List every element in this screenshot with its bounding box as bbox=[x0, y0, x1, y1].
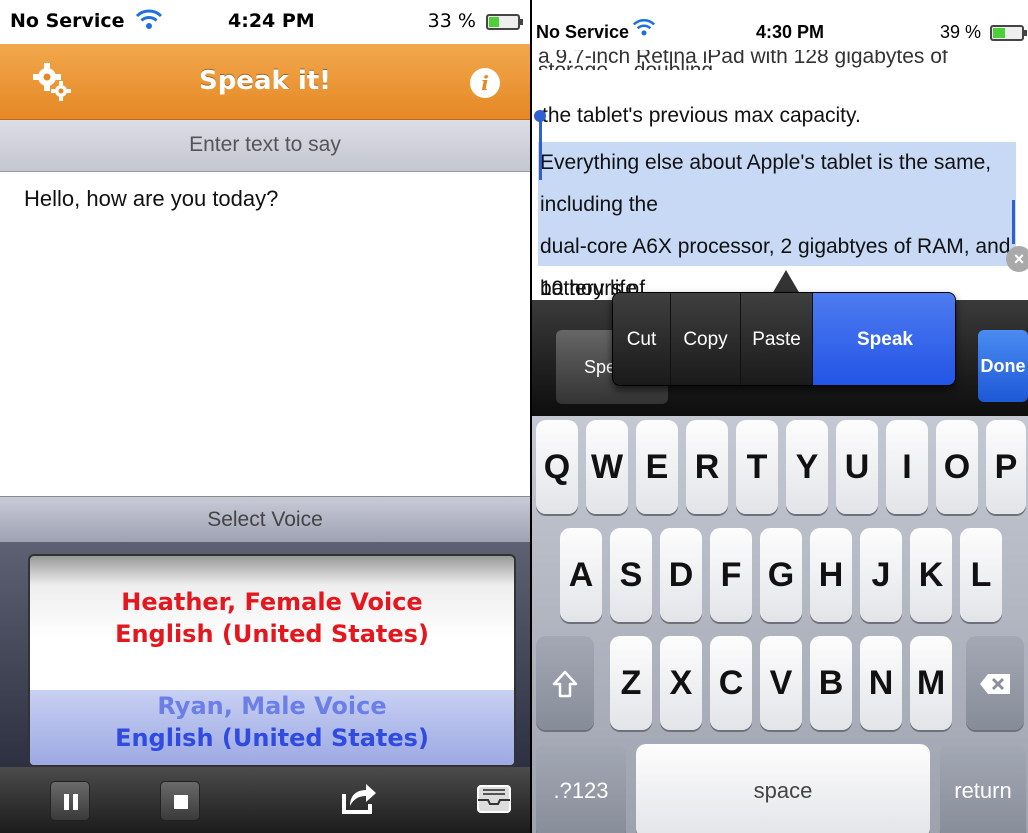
playback-toolbar bbox=[0, 767, 530, 833]
done-button[interactable]: Done bbox=[978, 330, 1028, 402]
key-a[interactable]: A bbox=[560, 528, 602, 622]
key-t[interactable]: T bbox=[736, 420, 778, 514]
number-mode-key[interactable]: .?123 bbox=[536, 744, 626, 833]
wifi-icon bbox=[135, 9, 163, 29]
backspace-icon bbox=[980, 674, 1010, 695]
key-j[interactable]: J bbox=[860, 528, 902, 622]
key-e[interactable]: E bbox=[636, 420, 678, 514]
speech-text-field[interactable]: Hello, how are you today? bbox=[0, 172, 530, 492]
voice-option[interactable]: Ryan, Male Voice English (United States) bbox=[30, 690, 514, 765]
key-i[interactable]: I bbox=[886, 420, 928, 514]
key-p[interactable]: P bbox=[986, 420, 1026, 514]
selection-end-handle[interactable] bbox=[1012, 200, 1015, 244]
key-d[interactable]: D bbox=[660, 528, 702, 622]
inbox-icon[interactable] bbox=[474, 778, 514, 818]
stop-icon bbox=[174, 795, 188, 809]
battery-percent: 33 % bbox=[427, 10, 476, 32]
status-bar: No Service 4:30 PM 39 % bbox=[532, 0, 1028, 46]
battery-percent: 39 % bbox=[939, 22, 981, 42]
key-f[interactable]: F bbox=[710, 528, 752, 622]
key-l[interactable]: L bbox=[960, 528, 1002, 622]
pause-button[interactable] bbox=[50, 781, 90, 821]
carrier-label: No Service bbox=[536, 22, 630, 42]
key-g[interactable]: G bbox=[760, 528, 802, 622]
key-n[interactable]: N bbox=[860, 636, 902, 730]
battery-icon bbox=[990, 25, 1027, 42]
selected-line: Everything else about Apple's tablet is … bbox=[540, 151, 992, 216]
shift-key[interactable] bbox=[536, 636, 594, 730]
speak-it-app-screen: No Service 4:24 PM 33 % Speak it! i Ente… bbox=[0, 0, 530, 833]
battery-indicator: 39 % bbox=[939, 22, 1027, 43]
key-h[interactable]: H bbox=[810, 528, 852, 622]
pause-icon bbox=[64, 794, 78, 810]
key-z[interactable]: Z bbox=[610, 636, 652, 730]
voice-option-selected[interactable]: Heather, Female Voice English (United St… bbox=[30, 586, 514, 650]
key-x[interactable]: X bbox=[660, 636, 702, 730]
share-icon[interactable] bbox=[338, 778, 378, 818]
key-y[interactable]: Y bbox=[786, 420, 828, 514]
key-q[interactable]: Q bbox=[536, 420, 578, 514]
voice-name: Ryan, Male Voice bbox=[157, 692, 387, 720]
cut-menu-item[interactable]: Cut bbox=[613, 293, 671, 385]
key-s[interactable]: S bbox=[610, 528, 652, 622]
keyboard: Q W E R T Y U I O P A S D F G H J K L Z … bbox=[532, 416, 1028, 833]
voice-name: Heather, Female Voice bbox=[121, 588, 423, 616]
space-key[interactable]: space bbox=[636, 744, 930, 833]
text-prompt-label: Enter text to say bbox=[0, 120, 530, 172]
battery-icon bbox=[486, 13, 523, 30]
app-title: Speak it! bbox=[198, 66, 332, 96]
copy-menu-item[interactable]: Copy bbox=[671, 293, 741, 385]
select-voice-header: Select Voice bbox=[0, 496, 530, 542]
clock: 4:30 PM bbox=[756, 22, 825, 42]
paste-menu-item[interactable]: Paste bbox=[741, 293, 813, 385]
key-w[interactable]: W bbox=[586, 420, 628, 514]
clear-text-icon[interactable]: × bbox=[1006, 246, 1028, 272]
selection-start-bar bbox=[539, 120, 542, 180]
return-key[interactable]: return bbox=[940, 744, 1026, 833]
key-v[interactable]: V bbox=[760, 636, 802, 730]
article-line: the tablet's previous max capacity. bbox=[542, 104, 861, 127]
key-o[interactable]: O bbox=[936, 420, 978, 514]
clock: 4:24 PM bbox=[228, 10, 315, 32]
voice-language: English (United States) bbox=[115, 724, 429, 752]
voice-picker[interactable]: Heather, Female Voice English (United St… bbox=[28, 554, 516, 767]
article-line-clipped: a 9.7-inch Retina iPad with 128 gigabyte… bbox=[538, 50, 948, 70]
wifi-icon bbox=[632, 19, 656, 36]
stop-button[interactable] bbox=[160, 781, 200, 821]
key-b[interactable]: B bbox=[810, 636, 852, 730]
battery-indicator: 33 % bbox=[427, 10, 523, 32]
key-u[interactable]: U bbox=[836, 420, 878, 514]
key-r[interactable]: R bbox=[686, 420, 728, 514]
speak-selection-screen: a 9.7-inch Retina iPad with 128 gigabyte… bbox=[532, 0, 1028, 833]
speak-selection-menu-item[interactable]: Speak Selection bbox=[813, 293, 955, 385]
key-m[interactable]: M bbox=[910, 636, 952, 730]
voice-language: English (United States) bbox=[115, 620, 429, 648]
carrier-label: No Service bbox=[10, 10, 125, 32]
edit-menu: Cut Copy Paste Speak Selection bbox=[612, 292, 956, 386]
key-k[interactable]: K bbox=[910, 528, 952, 622]
status-bar: No Service 4:24 PM 33 % bbox=[0, 0, 530, 44]
key-c[interactable]: C bbox=[710, 636, 752, 730]
edit-menu-pointer bbox=[772, 270, 800, 294]
backspace-key[interactable] bbox=[966, 636, 1024, 730]
shift-icon bbox=[552, 670, 578, 698]
navigation-bar: Speak it! i bbox=[0, 44, 530, 120]
info-icon[interactable]: i bbox=[470, 68, 500, 98]
